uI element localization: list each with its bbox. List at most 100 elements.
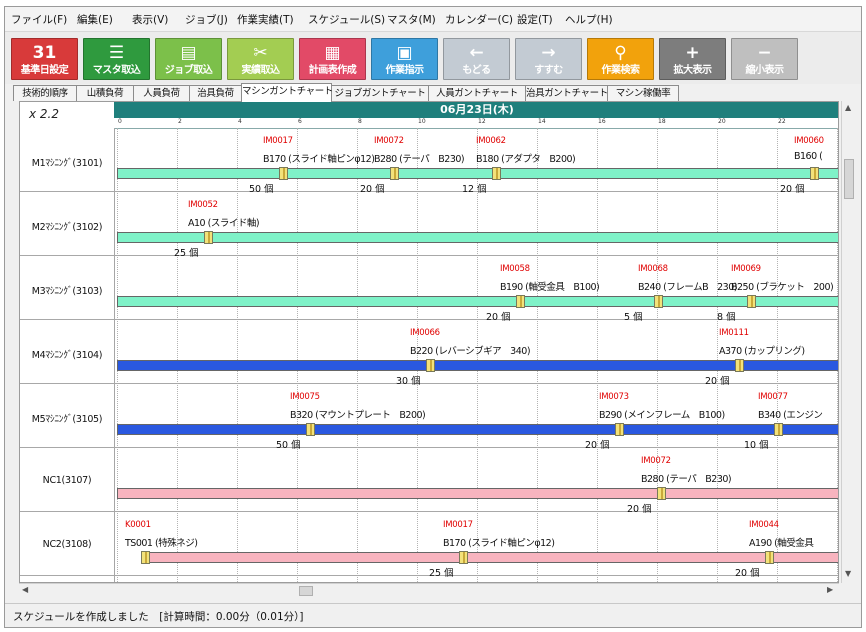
- menu-item[interactable]: 表示(V): [132, 12, 168, 27]
- hour-gridline: [177, 128, 178, 582]
- toolbar-button[interactable]: 31 基準日設定: [11, 38, 78, 80]
- menu-item[interactable]: ファイル(F): [11, 12, 67, 27]
- job-code: IM0058: [500, 264, 530, 274]
- menu-bar: ファイル(F) 編集(E) 表示(V) ジョブ(J) 作業実績(T) スケジュール(S) マ…: [5, 7, 861, 32]
- tab[interactable]: 人員ガントチャート: [428, 85, 526, 101]
- tab[interactable]: マシン稼働率: [607, 85, 679, 101]
- job-code: IM0017: [263, 136, 293, 146]
- menu-item[interactable]: ジョブ(J): [185, 12, 228, 27]
- toolbar-button[interactable]: − 縮小表示: [731, 38, 798, 80]
- machine-schedule-bar[interactable]: [117, 488, 838, 499]
- job-description: B220 (レバーシブギア 340): [410, 346, 531, 357]
- job-block[interactable]: [390, 167, 399, 180]
- job-block[interactable]: [306, 423, 315, 436]
- job-description: B340 (エンジン: [758, 410, 823, 421]
- hour-gridline: [837, 128, 838, 582]
- hour-gridline: [537, 128, 538, 582]
- job-block[interactable]: [516, 295, 525, 308]
- machine-schedule-bar[interactable]: [117, 232, 838, 243]
- machine-schedule-bar[interactable]: [117, 360, 838, 371]
- vertical-scrollbar[interactable]: ▲ ▼: [841, 101, 856, 583]
- job-block[interactable]: [657, 487, 666, 500]
- scroll-left-icon[interactable]: ◀: [22, 585, 28, 594]
- job-block[interactable]: [459, 551, 468, 564]
- hour-gridline: [657, 128, 658, 582]
- toolbar-button[interactable]: ▣ 作業指示: [371, 38, 438, 80]
- job-block[interactable]: [765, 551, 774, 564]
- job-description: B290 (メインフレーム B100): [599, 410, 725, 421]
- menu-item[interactable]: 作業実績(T): [237, 12, 294, 27]
- toolbar-button[interactable]: ▤ ジョブ取込: [155, 38, 222, 80]
- job-block[interactable]: [735, 359, 744, 372]
- toolbar-button-label: 作業検索: [601, 65, 641, 76]
- scroll-up-icon[interactable]: ▲: [845, 103, 851, 112]
- job-block[interactable]: [204, 231, 213, 244]
- machine-schedule-bar[interactable]: [141, 552, 838, 563]
- job-quantity: 5 個: [624, 312, 643, 323]
- job-quantity: 20 個: [780, 184, 805, 195]
- toolbar-button[interactable]: ⚲ 作業検索: [587, 38, 654, 80]
- tab[interactable]: 治具負荷: [189, 85, 242, 101]
- job-code: IM0072: [641, 456, 671, 466]
- job-code: IM0066: [410, 328, 440, 338]
- menu-item[interactable]: ヘルプ(H): [565, 12, 613, 27]
- vertical-scroll-thumb[interactable]: [844, 159, 854, 199]
- job-block[interactable]: [492, 167, 501, 180]
- toolbar-button[interactable]: ▦ 計画表作成: [299, 38, 366, 80]
- toolbar-button[interactable]: ← もどる: [443, 38, 510, 80]
- job-quantity: 50 個: [249, 184, 274, 195]
- tab[interactable]: 人員負荷: [133, 85, 190, 101]
- menu-item[interactable]: マスタ(M): [387, 12, 436, 27]
- job-block[interactable]: [654, 295, 663, 308]
- tab[interactable]: 山積負荷: [76, 85, 134, 101]
- job-quantity: 20 個: [735, 568, 760, 579]
- menu-item[interactable]: カレンダー(C): [445, 12, 513, 27]
- menu-item[interactable]: スケジュール(S): [308, 12, 385, 27]
- job-quantity: 12 個: [462, 184, 487, 195]
- toolbar-button[interactable]: ✂ 実績取込: [227, 38, 294, 80]
- machine-label: M5ﾏｼﾆﾝｸﾞ(3105): [31, 414, 103, 425]
- machine-schedule-bar[interactable]: [117, 424, 838, 435]
- toolbar-button-label: 縮小表示: [745, 65, 785, 76]
- job-code: IM0062: [476, 136, 506, 146]
- hour-tick-label: 10: [418, 118, 426, 125]
- machine-schedule-bar[interactable]: [117, 296, 838, 307]
- machine-label: M3ﾏｼﾆﾝｸﾞ(3103): [31, 286, 103, 297]
- hour-tick-label: 14: [538, 118, 546, 125]
- tab[interactable]: 治具ガントチャート: [525, 85, 608, 101]
- toolbar-button[interactable]: + 拡大表示: [659, 38, 726, 80]
- toolbar-button-label: 基準日設定: [20, 65, 69, 76]
- job-block[interactable]: [747, 295, 756, 308]
- hour-gridline: [297, 128, 298, 582]
- job-block[interactable]: [615, 423, 624, 436]
- job-quantity: 20 個: [585, 440, 610, 451]
- toolbar-button-label: 拡大表示: [673, 65, 713, 76]
- machine-label-column: M1ﾏｼﾆﾝｸﾞ(3101) M2ﾏｼﾆﾝｸﾞ(3102) M3ﾏｼﾆﾝｸﾞ(310…: [20, 128, 115, 582]
- machine-label: M4ﾏｼﾆﾝｸﾞ(3104): [31, 350, 103, 361]
- toolbar-button[interactable]: → すすむ: [515, 38, 582, 80]
- tab[interactable]: ジョブガントチャート: [331, 85, 429, 101]
- job-block[interactable]: [426, 359, 435, 372]
- tab[interactable]: マシンガントチャート: [241, 83, 333, 102]
- tab[interactable]: 技術的順序: [13, 85, 77, 101]
- machine-schedule-bar[interactable]: [117, 168, 838, 179]
- horizontal-scroll-thumb[interactable]: [299, 586, 313, 596]
- job-code: IM0052: [188, 200, 218, 210]
- toolbar-button[interactable]: ☰ マスタ取込: [83, 38, 150, 80]
- menu-item[interactable]: 編集(E): [77, 12, 113, 27]
- machine-gantt-chart[interactable]: x 2.2 06月23日(木) 0 2 4 6 8 10 12 14 16 18 20 22 M1ﾏｼ…: [19, 101, 839, 583]
- job-block[interactable]: [774, 423, 783, 436]
- horizontal-scrollbar[interactable]: ◀ ▶: [19, 583, 839, 598]
- hour-tick-label: 0: [118, 118, 122, 125]
- job-description: A10 (スライド軸): [188, 218, 260, 229]
- scroll-right-icon[interactable]: ▶: [827, 585, 833, 594]
- scroll-down-icon[interactable]: ▼: [845, 569, 851, 578]
- job-block[interactable]: [810, 167, 819, 180]
- job-quantity: 30 個: [396, 376, 421, 387]
- job-block[interactable]: [141, 551, 150, 564]
- job-block[interactable]: [279, 167, 288, 180]
- job-description: B170 (スライド軸ピンφ12): [263, 154, 375, 165]
- job-quantity: 25 個: [429, 568, 454, 579]
- hour-gridline: [237, 128, 238, 582]
- menu-item[interactable]: 設定(T): [517, 12, 553, 27]
